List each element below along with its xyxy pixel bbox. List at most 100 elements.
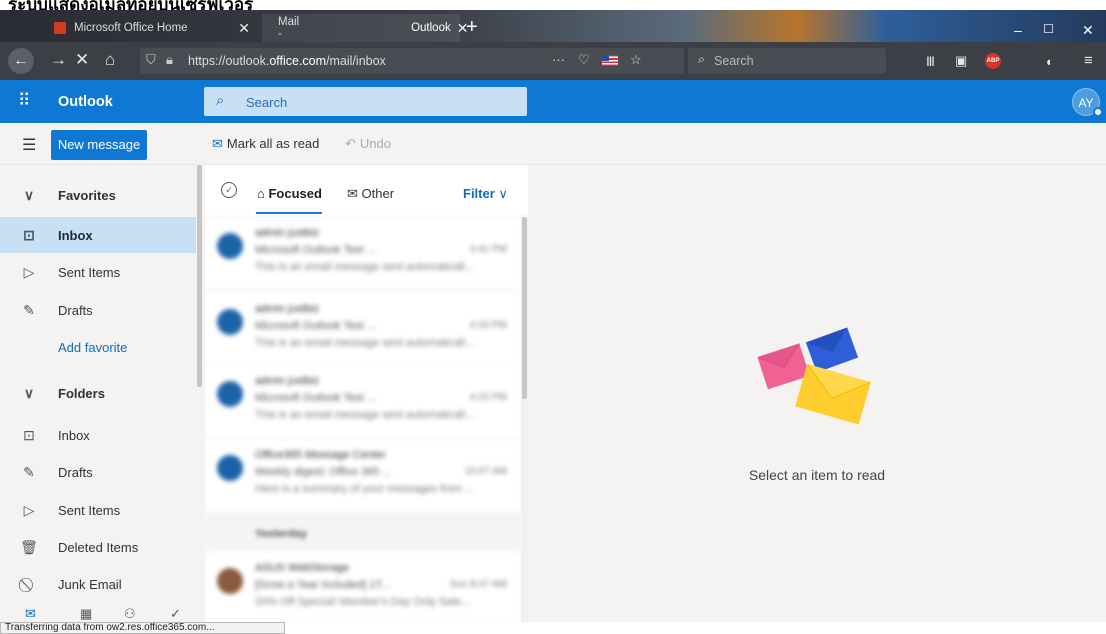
new-tab-icon[interactable]: +: [466, 16, 478, 39]
library-icon[interactable]: Ⅲ: [926, 52, 935, 72]
folders-header[interactable]: ∨ Folders: [0, 375, 196, 411]
avatar: [217, 309, 243, 335]
tasks-icon[interactable]: ✓: [170, 606, 181, 622]
flag-icon[interactable]: [602, 55, 618, 66]
chevron-down-icon[interactable]: ∨: [0, 187, 58, 204]
list-item[interactable]: admin justbiz Microsoft Outlook Test ...…: [205, 365, 521, 439]
search-placeholder: Search: [246, 95, 288, 110]
trash-icon: 🗑︎: [20, 538, 38, 555]
adblock-icon[interactable]: ABP: [985, 53, 1001, 69]
browser-tab-strip: Microsoft Office Home ✕ Mail - Outlook ✕…: [0, 10, 1106, 42]
screen: ระบบแสดงอีเมลที่อยู่บนเซิร์ฟเวอร์ Micros…: [0, 0, 1106, 634]
app-name[interactable]: Outlook: [58, 94, 113, 110]
list-item[interactable]: admin justbiz Microsoft Outlook Test ...…: [205, 293, 521, 367]
reading-pane: Select an item to read: [528, 165, 1106, 622]
browser-status-bar: Transferring data from ow2.res.office365…: [0, 622, 285, 634]
other-icon: ✉: [347, 186, 362, 201]
browser-toolbar: ← → ✕ ⌂ ⛉ 🔒︎ https://outlook.office.com/…: [0, 42, 1106, 80]
scrollbar-thumb[interactable]: [522, 217, 527, 399]
tab-office-home[interactable]: Microsoft Office Home ✕: [46, 14, 258, 42]
bookmark-star-icon[interactable]: ☆: [630, 52, 642, 68]
lock-icon: 🔒︎: [166, 52, 173, 67]
search-icon: ⌕: [216, 92, 225, 109]
search-placeholder: Search: [714, 54, 754, 68]
undo-button[interactable]: ↶ Undo: [345, 136, 391, 152]
send-icon: ▷: [23, 263, 35, 280]
nav-item-favorite-inbox[interactable]: ⊡ Inbox: [0, 217, 196, 253]
shield-icon[interactable]: ⛉: [146, 52, 156, 68]
home-icon[interactable]: ⌂: [105, 50, 115, 70]
message-list-scrollbar[interactable]: [521, 217, 528, 622]
avatar: [217, 568, 243, 594]
nav-item-deleted[interactable]: 🗑︎ Deleted Items: [0, 529, 196, 565]
envelope-open-icon: ✉: [212, 136, 223, 151]
forward-icon[interactable]: →: [50, 50, 67, 70]
chevron-down-icon: ∨: [498, 186, 508, 201]
undo-icon: ↶: [345, 136, 356, 151]
add-favorite-link[interactable]: Add favorite: [0, 329, 196, 365]
pencil-icon: ✎: [23, 463, 35, 480]
address-bar[interactable]: ⛉ 🔒︎ https://outlook.office.com/mail/inb…: [140, 48, 684, 74]
empty-reading-text: Select an item to read: [748, 467, 886, 483]
focused-icon: ⌂: [257, 186, 269, 201]
nav-item-junk[interactable]: ⃠Junk Email: [0, 566, 196, 602]
folder-pane-scrollbar[interactable]: [197, 165, 202, 387]
nav-item-inbox[interactable]: ⊡ Inbox: [0, 417, 196, 453]
close-icon[interactable]: ✕: [238, 20, 250, 37]
avatar: [217, 381, 243, 407]
browser-search-box[interactable]: ⌕ Search: [688, 48, 886, 74]
extension-icon[interactable]: ◐: [1046, 52, 1054, 72]
inbox-icon: ⊡: [23, 426, 35, 443]
envelopes-illustration: [758, 327, 871, 425]
back-icon[interactable]: ←: [8, 48, 34, 74]
office-icon: [54, 22, 66, 34]
page-actions-icon[interactable]: ···: [552, 52, 565, 67]
mail-icon[interactable]: ✉: [25, 606, 36, 622]
day-separator: Yesterday: [205, 514, 521, 552]
minimize-icon[interactable]: –: [1014, 22, 1022, 38]
filter-button[interactable]: Filter ∨: [463, 186, 508, 202]
outlook-header: ⠿ Outlook ⌕ Search AY: [0, 80, 1106, 123]
tab-focused[interactable]: ⌂ Focused: [257, 186, 322, 201]
avatar: [217, 455, 243, 481]
stop-icon[interactable]: ✕: [75, 50, 89, 70]
list-item[interactable]: Office365 Message Center Weekly digest: …: [205, 439, 521, 513]
new-message-button[interactable]: New message: [51, 130, 147, 160]
select-all-icon[interactable]: ✓: [221, 182, 237, 198]
hamburger-icon[interactable]: ☰: [22, 135, 36, 155]
avatar-initials: AY: [1078, 96, 1094, 110]
tab-title-a: Mail -: [278, 16, 300, 40]
tab-mail[interactable]: Mail - Outlook ✕: [262, 14, 468, 42]
nav-item-drafts[interactable]: ✎ Drafts: [0, 454, 196, 490]
command-bar: ☰ New message ✉ Mark all as read ↶ Undo: [0, 123, 1106, 165]
mark-all-read-button[interactable]: ✉ Mark all as read: [212, 136, 319, 152]
caption-text: ระบบแสดงอีเมลที่อยู่บนเซิร์ฟเวอร์: [8, 0, 254, 10]
app-launcher-icon[interactable]: ⠿: [18, 91, 30, 111]
avatar[interactable]: AY: [1072, 88, 1103, 117]
close-window-icon[interactable]: ✕: [1082, 22, 1094, 39]
favorites-header[interactable]: ∨ Favorites: [0, 177, 196, 213]
sidebar-icon[interactable]: ▣: [955, 51, 967, 71]
search-icon: ⌕: [698, 52, 706, 66]
nav-item-favorite-sent[interactable]: ▷ Sent Items: [0, 254, 196, 290]
focused-underline: [256, 212, 322, 214]
list-item[interactable]: ASUS WebStorage [Grow a Year Included] 1…: [205, 552, 521, 622]
avatar: [217, 233, 243, 259]
pocket-icon[interactable]: ♡: [578, 52, 590, 68]
list-item[interactable]: admin justbiz Microsoft Outlook Test ...…: [205, 217, 521, 291]
status-text: Transferring data from ow2.res.office365…: [5, 622, 215, 633]
inbox-icon: ⊡: [23, 226, 35, 243]
people-icon[interactable]: ⚇: [124, 606, 136, 622]
chevron-down-icon[interactable]: ∨: [0, 385, 58, 402]
mail-search-input[interactable]: ⌕ Search: [204, 87, 527, 116]
tab-other[interactable]: ✉ Other: [347, 186, 394, 202]
caption-bar: ระบบแสดงอีเมลที่อยู่บนเซิร์ฟเวอร์: [0, 0, 1106, 10]
nav-item-favorite-drafts[interactable]: ✎ Drafts: [0, 292, 196, 328]
maximize-icon[interactable]: ☐: [1043, 22, 1054, 36]
calendar-icon[interactable]: ▦: [80, 606, 92, 622]
block-icon: ⃠: [0, 576, 58, 593]
menu-icon[interactable]: ≡: [1084, 51, 1093, 71]
presence-dot: [1093, 107, 1103, 117]
send-icon: ▷: [23, 501, 35, 518]
nav-item-sent[interactable]: ▷ Sent Items: [0, 492, 196, 528]
